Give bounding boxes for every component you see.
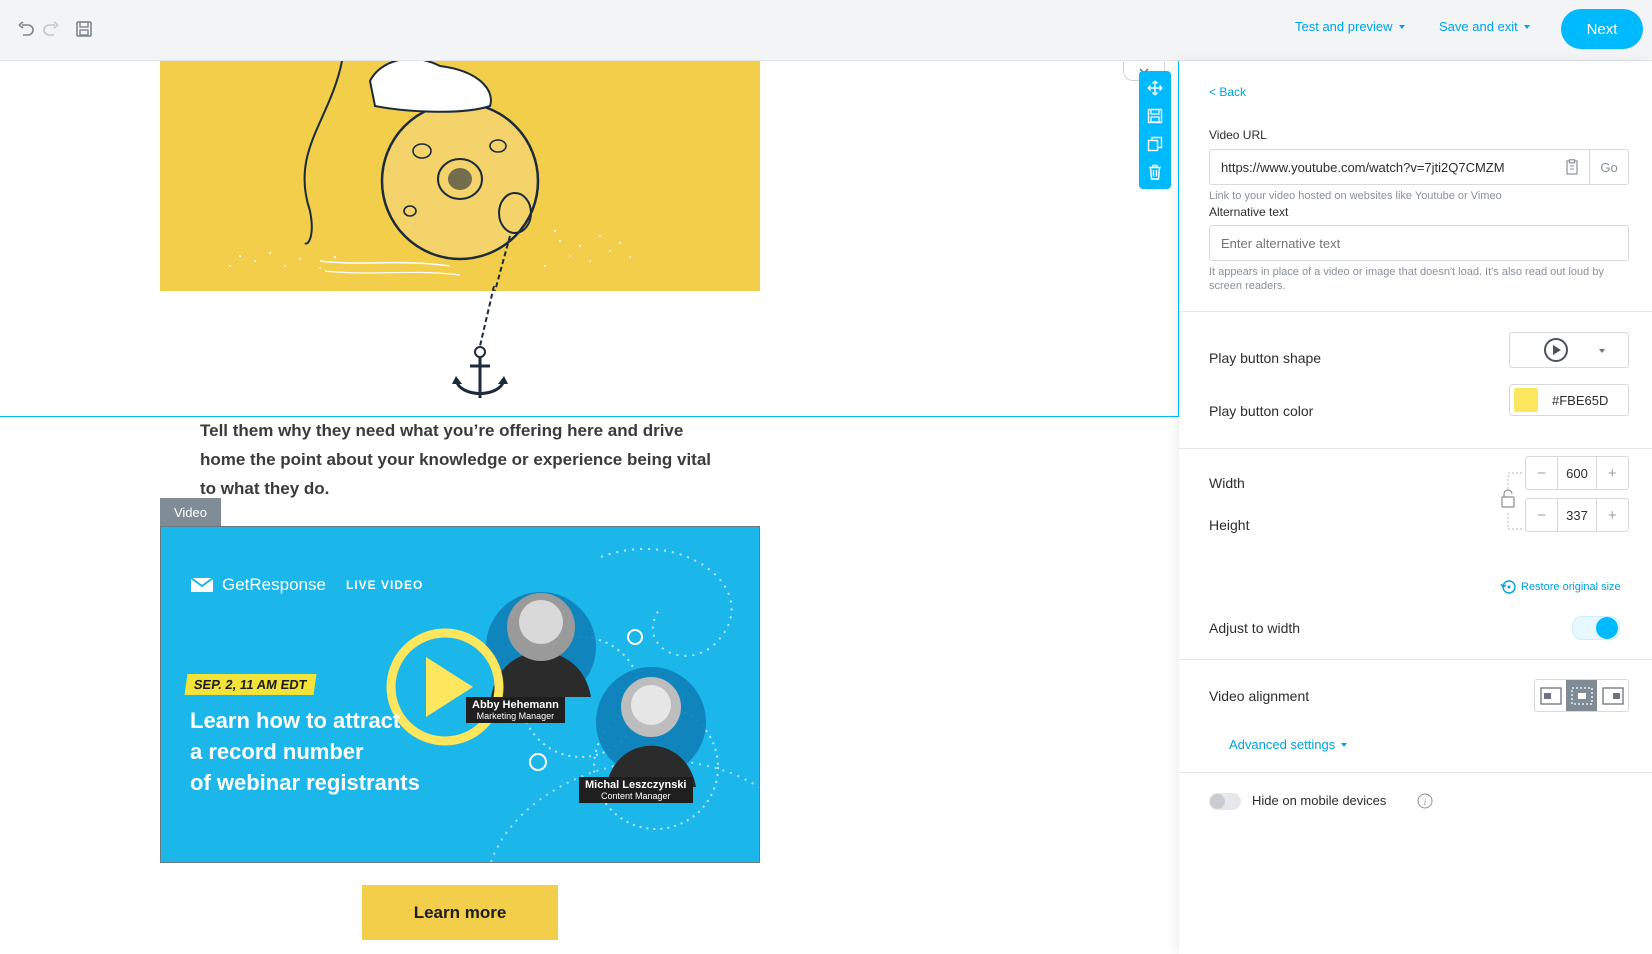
toggle-knob [1596, 617, 1618, 639]
play-color-label: Play button color [1209, 403, 1314, 419]
body-paragraph[interactable]: Tell them why they need what you’re offe… [200, 416, 720, 503]
restore-size-link[interactable]: Restore original size [1500, 579, 1621, 595]
alt-text-label: Alternative text [1209, 205, 1289, 219]
test-and-preview-label: Test and preview [1295, 19, 1393, 34]
hide-mobile-label: Hide on mobile devices [1252, 793, 1387, 808]
play-shape-select[interactable] [1509, 332, 1629, 368]
save-and-exit-label: Save and exit [1439, 19, 1518, 34]
height-label: Height [1209, 517, 1250, 533]
test-and-preview-menu[interactable]: Test and preview [1295, 19, 1405, 34]
brand-name: GetResponse [222, 575, 326, 594]
restore-size-label: Restore original size [1521, 581, 1621, 593]
play-color-value: #FBE65D [1552, 392, 1609, 408]
caret-down-icon [1341, 743, 1348, 747]
hero-illustration[interactable] [160, 61, 760, 291]
height-stepper[interactable]: − 337 + [1525, 498, 1629, 532]
go-button[interactable]: Go [1589, 150, 1628, 184]
restore-icon [1500, 580, 1516, 594]
caret-down-icon [1398, 25, 1405, 29]
event-date: SEP. 2, 11 AM EDT [184, 674, 317, 695]
learn-more-button[interactable]: Learn more [362, 885, 558, 940]
play-shape-label: Play button shape [1209, 350, 1322, 366]
video-alignment-label: Video alignment [1209, 688, 1310, 704]
speaker2-role: Content Manager [600, 791, 671, 801]
speaker1-caption: Abby Hehemann Marketing Manager [466, 697, 565, 723]
color-swatch [1514, 388, 1538, 412]
alignment-toggle-group [1534, 679, 1629, 712]
info-icon[interactable]: i [1417, 793, 1433, 809]
caret-down-icon [1523, 25, 1530, 29]
save-block-icon[interactable] [1147, 108, 1163, 124]
top-toolbar: Test and preview Save and exit Next [0, 0, 1652, 61]
speaker2-name: Michal Leszczynski [585, 779, 687, 791]
width-stepper[interactable]: − 600 + [1525, 456, 1629, 490]
brand-logo: GetResponse LIVE VIDEO [190, 575, 423, 595]
anchor-illustration [452, 286, 508, 398]
svg-text:i: i [1424, 797, 1427, 807]
width-label: Width [1209, 475, 1245, 491]
alt-text-hint: It appears in place of a video or image … [1209, 266, 1604, 292]
width-decrement-button[interactable]: − [1526, 457, 1557, 489]
settings-panel: < Back Video URL https://www.youtube.com… [1179, 61, 1652, 954]
align-right-icon [1601, 686, 1624, 705]
aspect-lock-icon[interactable] [1495, 471, 1525, 531]
speaker2-caption: Michal Leszczynski Content Manager [579, 777, 693, 803]
adjust-width-label: Adjust to width [1209, 620, 1301, 636]
video-block-tag: Video [160, 498, 221, 526]
headline-line: of webinar registrants [190, 770, 420, 795]
video-url-field[interactable]: https://www.youtube.com/watch?v=7jti2Q7C… [1209, 149, 1629, 185]
play-circle-icon [1544, 338, 1568, 362]
speaker1-name: Abby Hehemann [472, 699, 559, 711]
width-value[interactable]: 600 [1557, 457, 1597, 489]
video-url-hint: Link to your video hosted on websites li… [1209, 190, 1502, 202]
align-left-button[interactable] [1535, 680, 1566, 711]
play-color-picker[interactable]: #FBE65D [1509, 384, 1629, 416]
hide-mobile-toggle[interactable] [1209, 793, 1241, 810]
headline-line: a record number [190, 739, 364, 764]
advanced-settings-label: Advanced settings [1229, 737, 1336, 752]
divider [1179, 772, 1652, 773]
height-value[interactable]: 337 [1557, 499, 1597, 531]
align-center-button[interactable] [1566, 680, 1597, 711]
video-thumbnail[interactable]: GetResponse LIVE VIDEO SEP. 2, 11 AM EDT… [160, 526, 760, 863]
divider [1179, 659, 1652, 660]
live-badge: LIVE VIDEO [345, 578, 424, 592]
align-center-icon [1570, 686, 1593, 705]
align-right-button[interactable] [1597, 680, 1628, 711]
divider [1179, 448, 1652, 449]
adjust-width-toggle[interactable] [1572, 616, 1620, 640]
speaker1-role: Marketing Manager [476, 711, 555, 721]
width-increment-button[interactable]: + [1597, 457, 1628, 489]
height-decrement-button[interactable]: − [1526, 499, 1557, 531]
headline: Learn how to attract a record number of … [190, 705, 420, 798]
move-icon[interactable] [1147, 80, 1163, 96]
delete-icon[interactable] [1147, 164, 1163, 180]
save-and-exit-menu[interactable]: Save and exit [1439, 19, 1530, 34]
editor-canvas: Tell them why they need what you’re offe… [0, 61, 1179, 954]
divider [1179, 311, 1652, 312]
alt-text-field[interactable] [1209, 225, 1629, 261]
next-button[interactable]: Next [1561, 9, 1643, 49]
height-increment-button[interactable]: + [1597, 499, 1628, 531]
toggle-knob [1210, 794, 1225, 809]
align-left-icon [1539, 686, 1562, 705]
clipboard-icon[interactable] [1565, 159, 1579, 175]
video-url-value: https://www.youtube.com/watch?v=7jti2Q7C… [1221, 159, 1505, 175]
save-icon[interactable] [73, 18, 95, 40]
caret-down-icon [1599, 348, 1605, 353]
envelope-icon [190, 577, 214, 592]
duplicate-icon[interactable] [1147, 136, 1163, 152]
headline-line: Learn how to attract [190, 708, 401, 733]
undo-icon[interactable] [15, 18, 37, 40]
redo-icon[interactable] [40, 18, 62, 40]
video-url-label: Video URL [1209, 128, 1267, 142]
advanced-settings-link[interactable]: Advanced settings [1229, 737, 1348, 752]
block-toolbar [1139, 71, 1171, 189]
back-link[interactable]: < Back [1209, 85, 1246, 99]
